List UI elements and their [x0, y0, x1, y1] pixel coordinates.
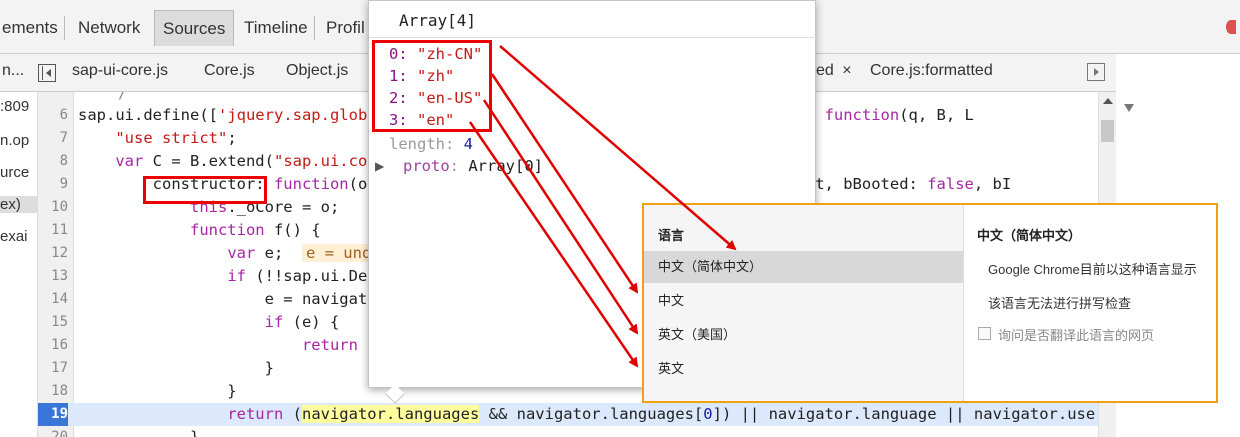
annotation-box-constructor	[143, 176, 267, 204]
tab-profiles[interactable]: Profil	[318, 10, 373, 46]
navigator-item[interactable]: :809	[0, 98, 29, 115]
code-text: }	[78, 382, 237, 400]
language-detail-title: 中文（简体中文）	[977, 228, 1082, 243]
code-text: }	[78, 428, 200, 437]
toggle-navigator-icon[interactable]	[38, 64, 56, 82]
language-list-header: 语言	[658, 228, 685, 243]
scroll-thumb[interactable]	[1101, 120, 1114, 142]
code-text: return e	[301, 336, 377, 354]
line-number[interactable]: 18	[38, 380, 68, 403]
scroll-up-icon[interactable]	[1103, 98, 1113, 104]
popover-divider	[369, 37, 817, 38]
file-tab-object[interactable]: Object.js	[286, 62, 348, 80]
file-tab-core-formatted[interactable]: Core.js:formatted	[870, 62, 993, 80]
file-tab-partial[interactable]: n...	[2, 62, 24, 80]
code-text: e = navigato	[78, 290, 377, 308]
code-text: function f() {	[189, 221, 321, 239]
tab-separator	[64, 16, 65, 40]
translate-checkbox-label: 询问是否翻译此语言的网页	[998, 328, 1155, 343]
tab-network[interactable]: Network	[70, 10, 148, 46]
line-number[interactable]: 19	[38, 403, 68, 426]
language-item-zh-cn[interactable]: 中文（简体中文）	[644, 251, 963, 283]
tab-elements[interactable]: ements	[0, 10, 66, 46]
code-text: "use strict";	[115, 129, 237, 147]
toggle-debugger-icon[interactable]	[1087, 63, 1105, 81]
code-text: if (e) {	[264, 313, 340, 331]
current-code-line[interactable]: 19 return (navigator.languages && naviga…	[38, 403, 1098, 426]
spellcheck-note: 该语言无法进行拼写检查	[988, 296, 1132, 311]
code-line[interactable]: 20 }	[38, 426, 1098, 437]
language-list: 语言 中文（简体中文） 中文 英文（美国） 英文	[644, 205, 964, 401]
language-item-zh[interactable]: 中文	[644, 285, 963, 317]
array-length: length: 4	[389, 135, 474, 153]
line-number[interactable]: 8	[38, 150, 68, 173]
line-number[interactable]: 16	[38, 334, 68, 357]
line-number[interactable]: 11	[38, 219, 68, 242]
expand-triangle-icon[interactable]: ▶	[375, 157, 403, 175]
expand-triangle-icon[interactable]	[1124, 104, 1134, 112]
code-text: var C = B.extend("sap.ui.cor	[115, 152, 377, 170]
code-text: }	[78, 359, 274, 377]
line-number[interactable]: 17	[38, 357, 68, 380]
popover-title: Array[4]	[399, 11, 477, 30]
navigator-item[interactable]: ex)	[0, 196, 38, 213]
line-number[interactable]: 14	[38, 288, 68, 311]
navigator-item[interactable]: exai	[0, 228, 28, 245]
translate-checkbox[interactable]	[978, 327, 991, 340]
navigator-item[interactable]: n.op	[0, 132, 29, 149]
tab-separator	[314, 16, 315, 40]
file-navigator: :809 n.op urce ex) exai	[0, 92, 38, 437]
line-number[interactable]: 12	[38, 242, 68, 265]
line-number[interactable]: 15	[38, 311, 68, 334]
annotation-box-array-items	[372, 40, 492, 132]
code-text: return (navigator.languages && navigator…	[227, 405, 1098, 423]
tab-timeline[interactable]: Timeline	[236, 10, 316, 46]
line-number[interactable]: 13	[38, 265, 68, 288]
line-number[interactable]: 9	[38, 173, 68, 196]
code-text: var e; e = unde	[78, 242, 385, 265]
code-text: if (!!sap.ui.Dev	[227, 267, 377, 285]
display-language-note: Google Chrome目前以这种语言显示	[988, 262, 1197, 277]
array-proto[interactable]: ▶ proto: Array[0]	[375, 155, 543, 177]
line-number[interactable]: 7	[38, 127, 68, 150]
line-number[interactable]: 6	[38, 104, 68, 127]
file-tab-formatted-partial[interactable]: ed ×	[816, 62, 852, 80]
file-tab-core[interactable]: Core.js	[204, 62, 255, 80]
language-settings-panel: 语言 中文（简体中文） 中文 英文（美国） 英文 中文（简体中文） Google…	[642, 203, 1218, 403]
error-indicator-icon[interactable]	[1226, 20, 1236, 34]
line-number[interactable]: 10	[38, 196, 68, 219]
file-tab-label: ed	[816, 62, 834, 79]
language-item-en-us[interactable]: 英文（美国）	[644, 319, 963, 351]
tab-sources[interactable]: Sources	[154, 10, 235, 46]
close-icon[interactable]: ×	[842, 62, 851, 79]
language-item-en[interactable]: 英文	[644, 353, 963, 385]
navigator-item[interactable]: urce	[0, 164, 29, 181]
file-tab-sap-ui-core[interactable]: sap-ui-core.js	[72, 62, 168, 80]
line-number[interactable]: 20	[38, 426, 68, 437]
